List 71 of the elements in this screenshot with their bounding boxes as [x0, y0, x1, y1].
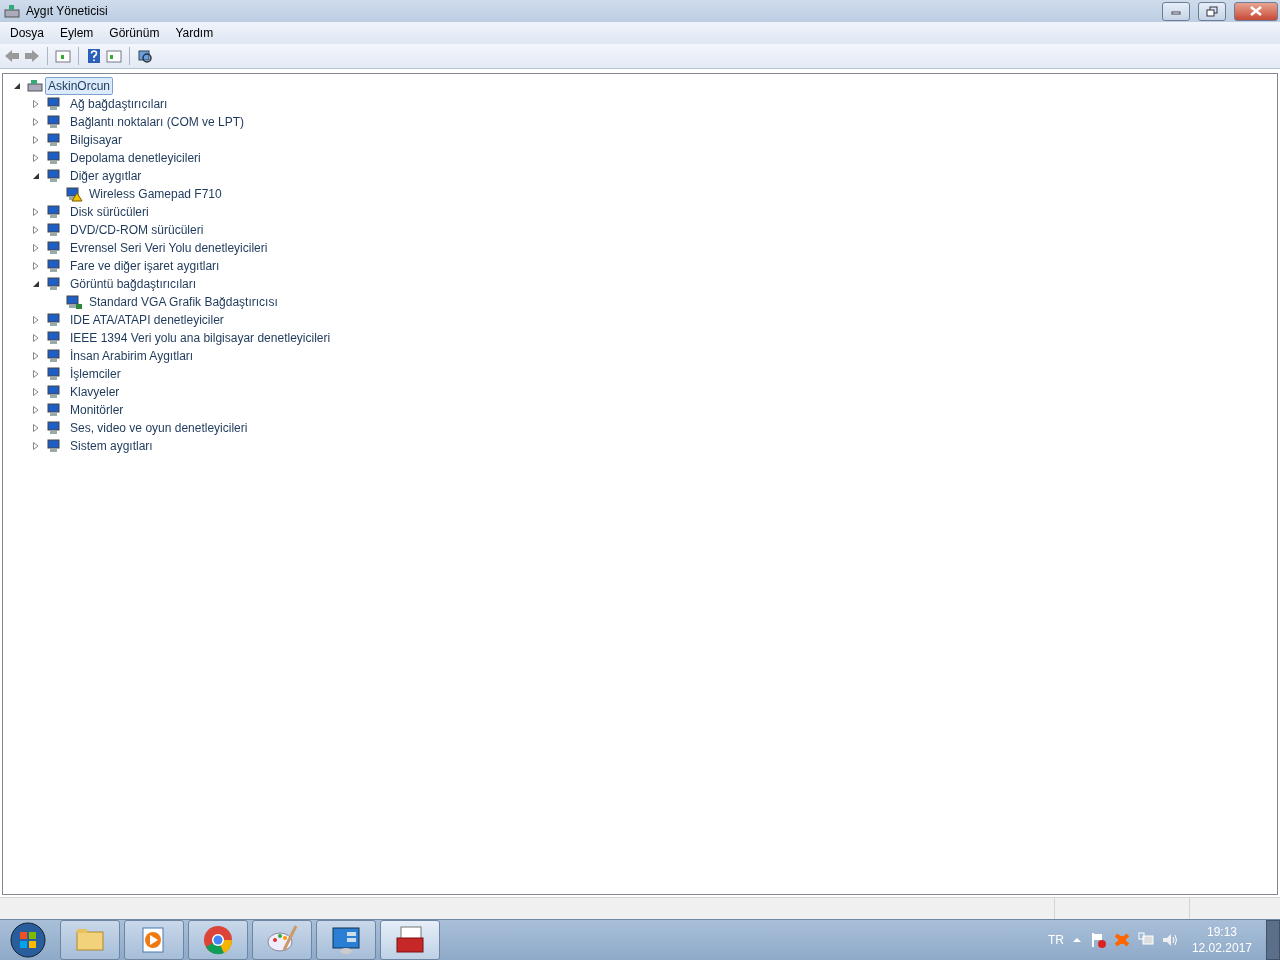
- expand-arrow[interactable]: [32, 154, 40, 162]
- computer-icon: [27, 78, 45, 94]
- console-tree-icon: [55, 48, 71, 64]
- tree-item[interactable]: İşlemciler: [67, 365, 124, 383]
- control-panel-icon: [330, 924, 362, 956]
- back-arrow-icon: [4, 48, 20, 64]
- taskbar-button[interactable]: [124, 920, 184, 960]
- forward-arrow-icon: [24, 48, 40, 64]
- window-title: Aygıt Yöneticisi: [26, 4, 109, 18]
- tree-item[interactable]: Standard VGA Grafik Bağdaştırıcısı: [86, 293, 281, 311]
- expand-arrow[interactable]: [32, 226, 40, 234]
- tree-item[interactable]: Evrensel Seri Veri Yolu denetleyicileri: [67, 239, 271, 257]
- tree-item[interactable]: IDE ATA/ATAPI denetleyiciler: [67, 311, 227, 329]
- expand-arrow[interactable]: [32, 388, 40, 396]
- expand-arrow[interactable]: [32, 244, 40, 252]
- tree-item[interactable]: Klavyeler: [67, 383, 123, 401]
- flag-error-icon: [1089, 932, 1106, 948]
- expand-arrow[interactable]: [32, 424, 40, 432]
- antivirus-icon: [1113, 932, 1130, 948]
- scan-hardware-icon: [137, 48, 153, 64]
- browser-icon: [202, 924, 234, 956]
- collapse-arrow[interactable]: [13, 82, 21, 90]
- collapse-arrow[interactable]: [32, 172, 40, 180]
- tree-item[interactable]: Fare ve diğer işaret aygıtları: [67, 257, 223, 275]
- expand-arrow[interactable]: [32, 442, 40, 450]
- tree-item[interactable]: DVD/CD-ROM sürücüleri: [67, 221, 207, 239]
- collapse-arrow[interactable]: [32, 280, 40, 288]
- show-hidden-icons-icon: [1071, 935, 1082, 945]
- tree-item[interactable]: Monitörler: [67, 401, 127, 419]
- restore-icon: [1206, 5, 1218, 17]
- help-icon: [86, 48, 102, 64]
- expand-arrow[interactable]: [32, 136, 40, 144]
- tree-item[interactable]: IEEE 1394 Veri yolu ana bilgisayar denetleyicileri: [67, 329, 334, 347]
- expand-arrow[interactable]: [32, 406, 40, 414]
- minimize-button[interactable]: [1162, 1, 1190, 21]
- tree-item[interactable]: Ağ bağdaştırıcıları: [67, 95, 171, 113]
- network-icon: [1137, 932, 1154, 948]
- restore-button[interactable]: [1198, 1, 1226, 21]
- tree-item[interactable]: Bilgisayar: [67, 131, 126, 149]
- menu-item[interactable]: Dosya: [2, 26, 52, 40]
- tree-item[interactable]: Bağlantı noktaları (COM ve LPT): [67, 113, 248, 131]
- expand-arrow[interactable]: [32, 100, 40, 108]
- tree-item[interactable]: Görüntü bağdaştırıcıları: [67, 275, 200, 293]
- expand-arrow[interactable]: [32, 334, 40, 342]
- action-pane-icon: [106, 48, 122, 64]
- taskbar-button[interactable]: [316, 920, 376, 960]
- tree-item[interactable]: Ses, video ve oyun denetleyicileri: [67, 419, 251, 437]
- tree-item[interactable]: İnsan Arabirim Aygıtları: [67, 347, 197, 365]
- close-icon: [1249, 6, 1263, 16]
- tree-item[interactable]: AskinOrcun: [45, 77, 114, 95]
- menu-item[interactable]: Yardım: [167, 26, 222, 40]
- expand-arrow[interactable]: [32, 208, 40, 216]
- expand-arrow[interactable]: [32, 352, 40, 360]
- expand-arrow[interactable]: [32, 118, 40, 126]
- taskbar-button[interactable]: [380, 920, 440, 960]
- expand-arrow[interactable]: [32, 316, 40, 324]
- tree-item[interactable]: Diğer aygıtlar: [67, 167, 145, 185]
- tree-item[interactable]: Sistem aygıtları: [67, 437, 156, 455]
- device-manager-icon: [4, 3, 20, 19]
- menu-item[interactable]: Eylem: [52, 26, 102, 40]
- tree-item[interactable]: Depolama denetleyicileri: [67, 149, 204, 167]
- taskbar-button[interactable]: [252, 920, 312, 960]
- volume-icon: [1161, 932, 1178, 948]
- expand-arrow[interactable]: [32, 370, 40, 378]
- start-orb-icon: [10, 922, 46, 958]
- expand-arrow[interactable]: [32, 262, 40, 270]
- tree-item[interactable]: Disk sürücüleri: [67, 203, 152, 221]
- toolbox-icon: [394, 924, 426, 956]
- tree-item[interactable]: Wireless Gamepad F710: [86, 185, 225, 203]
- menu-item[interactable]: Görünüm: [101, 26, 168, 40]
- close-button[interactable]: [1234, 1, 1278, 21]
